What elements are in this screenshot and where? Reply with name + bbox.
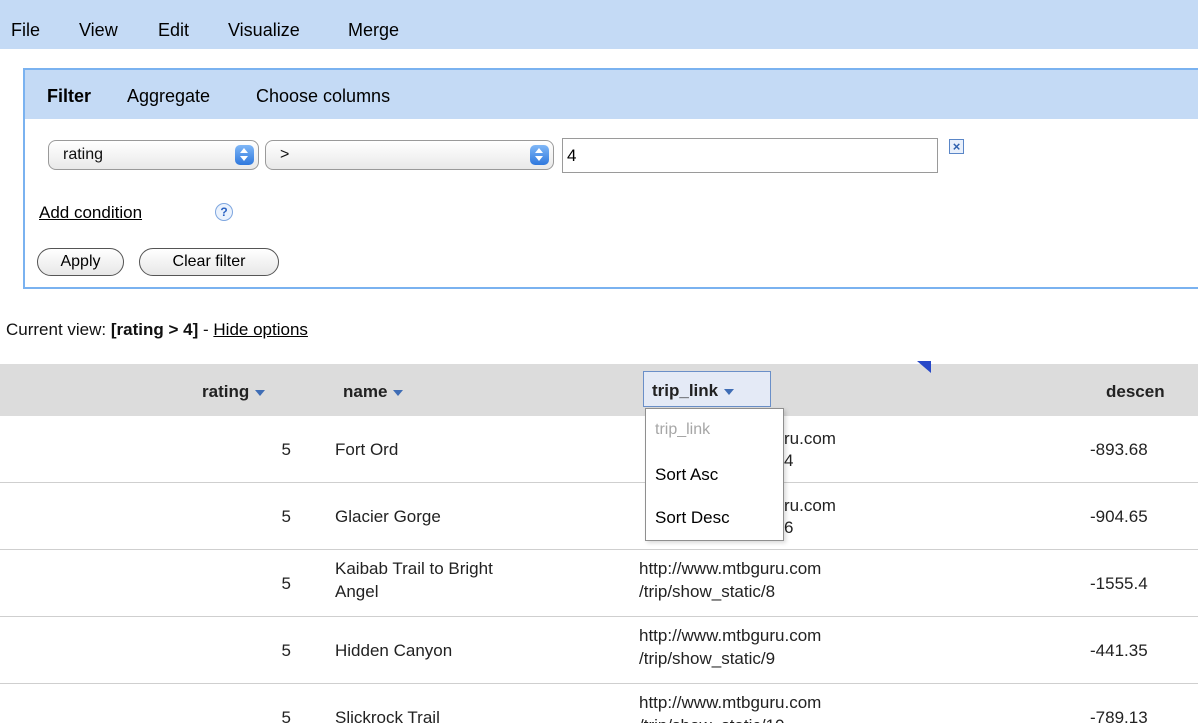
cell-descent: -441.35 bbox=[1090, 641, 1148, 660]
remove-condition-button[interactable]: × bbox=[949, 139, 964, 154]
menu-bar: File View Edit Visualize Merge bbox=[0, 0, 1198, 49]
cell-name: Fort Ord bbox=[335, 440, 399, 459]
cell-rating: 5 bbox=[281, 507, 291, 526]
help-icon[interactable]: ? bbox=[215, 203, 233, 221]
column-header-rating[interactable]: rating bbox=[202, 382, 266, 402]
cell-descent: -904.65 bbox=[1090, 507, 1148, 526]
table-row: 5 Glacier Gorge ru.com 6 -904.65 bbox=[0, 483, 1198, 550]
table-row: 5 Fort Ord ru.com 4 -893.68 bbox=[0, 416, 1198, 483]
cell-name: Glacier Gorge bbox=[335, 507, 441, 526]
cell-trip-link-line1[interactable]: http://www.mtbguru.com bbox=[639, 625, 969, 647]
tab-filter[interactable]: Filter bbox=[47, 86, 91, 107]
current-view-line: Current view: [rating > 4] - Hide option… bbox=[6, 320, 308, 340]
close-icon: × bbox=[952, 139, 961, 154]
menu-visualize[interactable]: Visualize bbox=[228, 20, 300, 41]
cell-name-line2: Angel bbox=[335, 582, 379, 601]
filter-value-input[interactable] bbox=[562, 138, 938, 173]
cell-rating: 5 bbox=[281, 641, 291, 660]
column-header-descent[interactable]: descen bbox=[1106, 382, 1165, 402]
current-view-separator: - bbox=[202, 320, 209, 339]
column-header-name[interactable]: name bbox=[343, 382, 404, 402]
add-condition-link[interactable]: Add condition bbox=[39, 203, 142, 223]
cell-rating: 5 bbox=[281, 708, 291, 723]
cell-trip-link-line2[interactable]: 6 bbox=[784, 517, 1114, 539]
menu-view[interactable]: View bbox=[79, 20, 118, 41]
current-view-label: Current view: bbox=[6, 320, 107, 339]
tab-choose-columns[interactable]: Choose columns bbox=[256, 86, 390, 107]
column-header-label: name bbox=[343, 382, 388, 401]
apply-button[interactable]: Apply bbox=[37, 248, 124, 276]
cell-trip-link-line1[interactable]: http://www.mtbguru.com bbox=[639, 558, 969, 580]
cell-descent: -789.13 bbox=[1090, 708, 1148, 723]
table-row: 5 Hidden Canyon http://www.mtbguru.com /… bbox=[0, 617, 1198, 684]
cell-trip-link-line2[interactable]: /trip/show_static/8 bbox=[639, 581, 969, 603]
cell-trip-link-line2[interactable]: 4 bbox=[784, 450, 1114, 472]
cell-descent: -893.68 bbox=[1090, 440, 1148, 459]
cell-trip-link-line2[interactable]: /trip/show_static/10 bbox=[639, 715, 969, 723]
cell-name-line1: Kaibab Trail to Bright bbox=[335, 559, 493, 578]
select-arrows-icon bbox=[235, 145, 254, 165]
tab-aggregate[interactable]: Aggregate bbox=[127, 86, 210, 107]
cell-trip-link-line2[interactable]: /trip/show_static/9 bbox=[639, 648, 969, 670]
current-view-filter: [rating > 4] bbox=[110, 320, 199, 339]
cell-trip-link-line1[interactable]: ru.com bbox=[784, 428, 1114, 450]
cell-descent: -1555.4 bbox=[1090, 574, 1148, 593]
select-arrows-icon bbox=[530, 145, 549, 165]
column-header-trip-link[interactable]: trip_link bbox=[652, 381, 735, 401]
clear-filter-button[interactable]: Clear filter bbox=[139, 248, 279, 276]
panel-tab-bar: Filter Aggregate Choose columns bbox=[25, 70, 1198, 119]
cell-rating: 5 bbox=[281, 574, 291, 593]
column-menu-dropdown: trip_link Sort Asc Sort Desc bbox=[645, 408, 784, 541]
menu-edit[interactable]: Edit bbox=[158, 20, 189, 41]
column-resize-marker-icon bbox=[917, 361, 931, 373]
sort-asc-item[interactable]: Sort Asc bbox=[655, 465, 718, 485]
menu-file[interactable]: File bbox=[11, 20, 40, 41]
sort-desc-item[interactable]: Sort Desc bbox=[655, 508, 730, 528]
table-row: 5 Slickrock Trail http://www.mtbguru.com… bbox=[0, 684, 1198, 723]
menu-merge[interactable]: Merge bbox=[348, 20, 399, 41]
cell-trip-link-line1[interactable]: ru.com bbox=[784, 495, 1114, 517]
column-header-label: trip_link bbox=[652, 381, 719, 400]
chevron-down-icon bbox=[255, 389, 266, 396]
filter-panel: Filter Aggregate Choose columns rating >… bbox=[23, 68, 1198, 289]
operator-select[interactable]: > bbox=[265, 140, 554, 170]
column-select[interactable]: rating bbox=[48, 140, 259, 170]
cell-name: Hidden Canyon bbox=[335, 641, 453, 660]
column-header-label: rating bbox=[202, 382, 250, 401]
table-row: 5 Kaibab Trail to Bright Angel http://ww… bbox=[0, 550, 1198, 617]
cell-trip-link-line1[interactable]: http://www.mtbguru.com bbox=[639, 692, 969, 714]
hide-options-link[interactable]: Hide options bbox=[213, 320, 308, 339]
chevron-down-icon bbox=[393, 389, 404, 396]
cell-name: Slickrock Trail bbox=[335, 708, 440, 723]
column-header-label: descen bbox=[1106, 382, 1165, 401]
column-select-value: rating bbox=[63, 146, 104, 163]
chevron-down-icon bbox=[724, 388, 735, 395]
cell-rating: 5 bbox=[281, 440, 291, 459]
table-header: rating name descen bbox=[0, 364, 1198, 416]
column-menu-header: trip_link bbox=[655, 421, 711, 438]
operator-select-value: > bbox=[280, 146, 290, 163]
